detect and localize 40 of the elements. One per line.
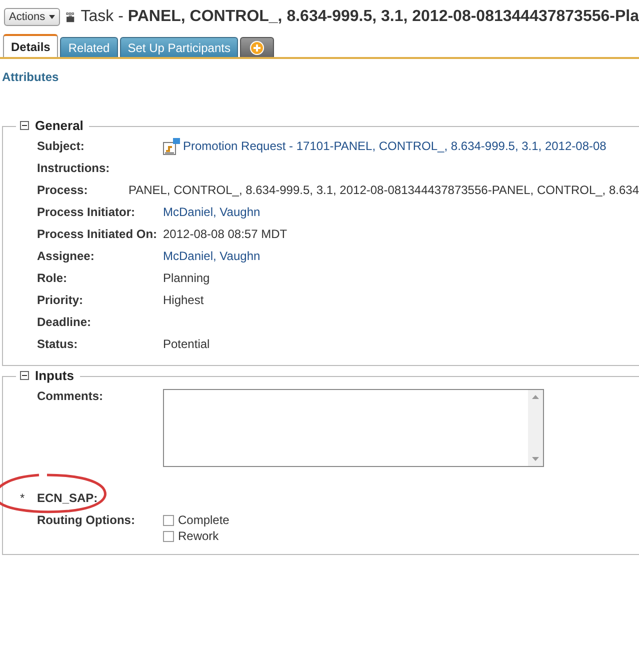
collapse-icon[interactable] <box>20 371 29 380</box>
field-value: 2012-08-08 08:57 MDT <box>163 226 288 243</box>
field-label: Process Initiated On: <box>37 226 158 243</box>
field-label: Status: <box>37 336 79 353</box>
value-link[interactable]: McDaniel, Vaughn <box>163 245 260 267</box>
field-label: Instructions: <box>37 160 111 177</box>
attributes-link[interactable]: Attributes <box>2 70 59 84</box>
field-label: ECN_SAP: <box>37 490 99 507</box>
option-label: Complete <box>178 513 230 527</box>
field-value: Highest <box>163 292 204 309</box>
field-label: Process: <box>37 182 89 199</box>
checkbox[interactable] <box>163 514 174 526</box>
collapse-icon[interactable] <box>20 121 29 130</box>
required-mark: * <box>20 490 25 507</box>
field-label: Assignee: <box>37 248 96 265</box>
checkbox[interactable] <box>163 530 174 542</box>
option-label: Rework <box>178 529 219 543</box>
plus-icon <box>250 40 264 54</box>
field-label: Deadline: <box>37 314 92 331</box>
add-tab[interactable] <box>240 37 274 57</box>
field-label: Priority: <box>37 292 84 309</box>
field-label: Role: <box>37 270 68 287</box>
section-title: Inputs <box>35 368 74 383</box>
caret-icon <box>49 15 56 19</box>
field-label: Subject: <box>37 138 86 155</box>
value-link[interactable]: McDaniel, Vaughn <box>163 201 260 223</box>
field-label: Comments: <box>37 388 104 405</box>
actions-button[interactable]: Actions <box>4 8 60 26</box>
comments-field[interactable] <box>163 389 544 467</box>
tab[interactable]: Details <box>3 34 58 57</box>
section-title: General <box>35 118 84 133</box>
page-title: Task - PANEL, CONTROL_, 8.634-999.5, 3.1, 2012-08-081344437873556-Pla <box>80 8 639 26</box>
field-value: Potential <box>163 336 210 353</box>
field-label: Process Initiator: <box>37 204 136 221</box>
field-value: Planning <box>163 270 210 287</box>
scroll-up-icon[interactable] <box>532 395 539 399</box>
value-link[interactable]: Promotion Request - 17101-PANEL, CONTROL_, 8.634-999.5, 3.1, 2012-08-08 <box>183 135 606 157</box>
field-label: Routing Options: <box>37 512 136 529</box>
field-value: PANEL, CONTROL_, 8.634-999.5, 3.1, 2012-08-081344437873556-PANEL, CONTROL_, 8.634 <box>128 182 639 199</box>
scroll-down-icon[interactable] <box>532 457 539 461</box>
